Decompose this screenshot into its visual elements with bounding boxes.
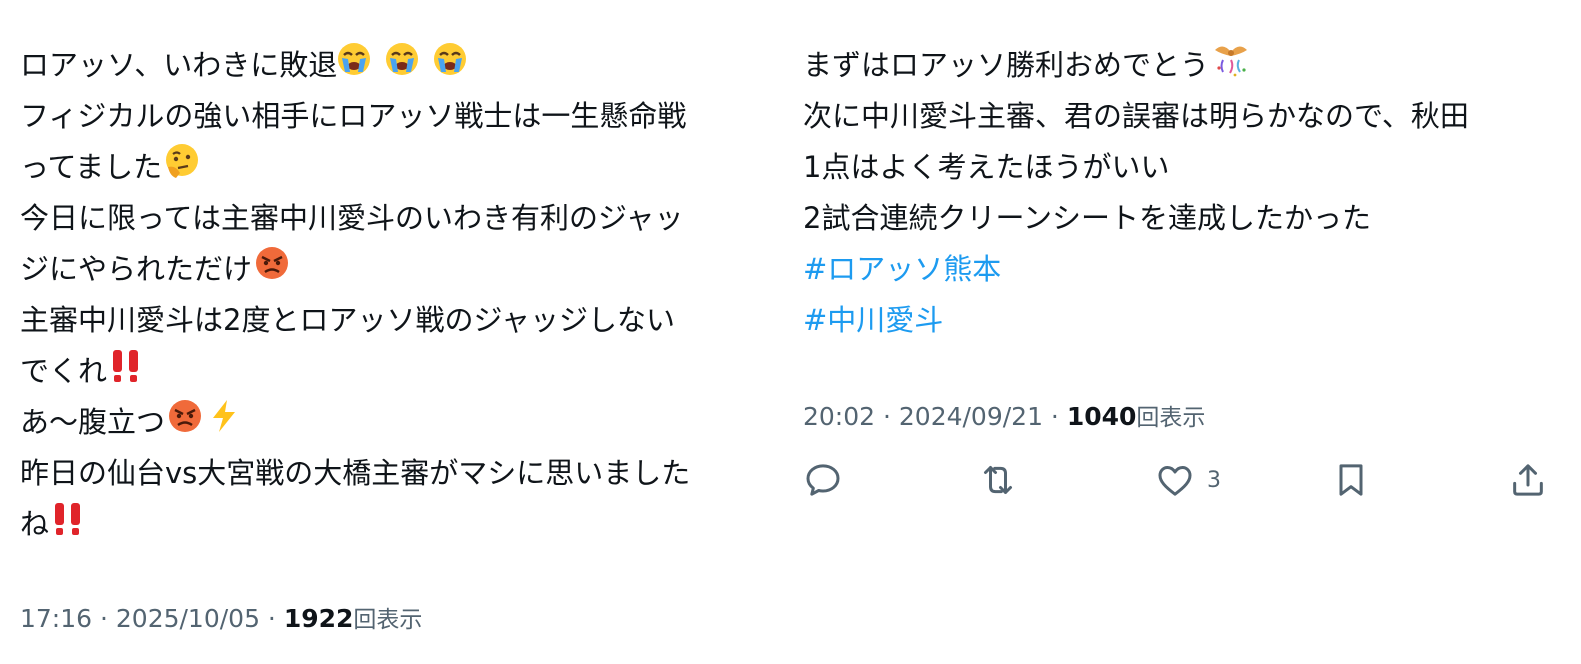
tweet-text-line: 主審中川愛斗は2度とロアッソ戦のジャッジしない (20, 303, 676, 337)
views-count: 1040 (1066, 402, 1137, 431)
tweet-line: 主審中川愛斗は2度とロアッソ戦のジャッジしない (20, 295, 770, 346)
hashtag-link[interactable]: #中川愛斗 (803, 303, 943, 337)
tweet-text: ロアッソ、いわきに敗退 フィジカルの強い相手にロアッソ戦士は一生懸命戦 ってまし… (20, 40, 770, 550)
tweet-text-line: ロアッソ、いわきに敗退 (20, 48, 338, 82)
retweet-button[interactable] (978, 460, 1018, 500)
party-popper-emoji-icon (1209, 40, 1253, 94)
tweet-line: #中川愛斗 (803, 295, 1563, 346)
tweet-text-line: 今日に限っては主審中川愛斗のいわき有利のジャッ (20, 201, 684, 235)
tweet-text-line: 昨日の仙台vs大宮戦の大橋主審がマシに思いました (20, 456, 691, 490)
crying-face-emoji-icon (337, 41, 469, 93)
views-label: 回表示 (1136, 405, 1206, 431)
bookmark-button[interactable] (1331, 460, 1371, 500)
tweet-line: 今日に限っては主審中川愛斗のいわき有利のジャッ (20, 193, 770, 244)
tweet-line: フィジカルの強い相手にロアッソ戦士は一生懸命戦 (20, 91, 770, 142)
like-count: 3 (1207, 467, 1221, 493)
tweet-text-line: まずはロアッソ勝利おめでとう (803, 48, 1210, 82)
tweet-line: ってました (20, 142, 770, 193)
tweet-text: まずはロアッソ勝利おめでとう 次に中川愛斗主審、君の誤審は明らかなので、秋田 1… (803, 40, 1563, 346)
hashtag-link[interactable]: #ロアッソ熊本 (803, 252, 1001, 286)
tweet-meta: 17:16 · 2025/10/05 · 1922回表示 (20, 600, 422, 634)
tweet-left: ロアッソ、いわきに敗退 フィジカルの強い相手にロアッソ戦士は一生懸命戦 ってまし… (20, 40, 770, 633)
angry-face-emoji-icon (252, 245, 292, 297)
bookmark-icon (1339, 464, 1363, 496)
reply-button[interactable] (803, 460, 843, 500)
tweet-actions: 3 (803, 460, 1548, 504)
reply-icon (806, 464, 840, 496)
views-count: 1922 (283, 604, 354, 633)
tweet-right: まずはロアッソ勝利おめでとう 次に中川愛斗主審、君の誤審は明らかなので、秋田 1… (803, 40, 1563, 496)
lightning-bolt-emoji-icon (205, 398, 245, 450)
tweet-text-line: ってました (20, 150, 163, 184)
angry-face-emoji-icon (165, 398, 205, 450)
tweet-text-line: 2試合連続クリーンシートを達成したかった (803, 201, 1372, 235)
share-button[interactable] (1508, 460, 1548, 500)
retweet-icon (984, 466, 1012, 494)
tweet-text-line: ね (20, 507, 50, 541)
tweet-timestamp[interactable]: 17:16 · 2025/10/05 · (20, 604, 284, 633)
tweet-line: ジにやられただけ (20, 244, 770, 295)
tweet-text-line: でくれ (20, 354, 108, 388)
heart-icon (1158, 466, 1192, 496)
tweet-line: ね (20, 499, 770, 550)
tweet-line: 1点はよく考えたほうがいい (803, 142, 1563, 193)
tweet-text-line: 1点はよく考えたほうがいい (803, 150, 1170, 184)
tweet-line: ロアッソ、いわきに敗退 (20, 40, 770, 91)
tweet-line: 昨日の仙台vs大宮戦の大橋主審がマシに思いました (20, 448, 770, 499)
tweet-text-line: 次に中川愛斗主審、君の誤審は明らかなので、秋田 (803, 99, 1469, 133)
tweet-text-line: ジにやられただけ (20, 252, 253, 286)
tweet-line: でくれ (20, 346, 770, 397)
tweet-line: 2試合連続クリーンシートを達成したかった (803, 193, 1563, 244)
tweet-timestamp[interactable]: 20:02 · 2024/09/21 · (803, 402, 1067, 431)
views-label: 回表示 (353, 607, 423, 633)
double-exclamation-icon (49, 500, 89, 552)
tweet-text-line: あ〜腹立つ (20, 405, 166, 439)
tweet-line: あ〜腹立つ (20, 397, 770, 448)
tweet-line: 次に中川愛斗主審、君の誤審は明らかなので、秋田 (803, 91, 1563, 142)
tweet-line: #ロアッソ熊本 (803, 244, 1563, 295)
tweet-line: まずはロアッソ勝利おめでとう (803, 40, 1563, 91)
tweet-text-line: フィジカルの強い相手にロアッソ戦士は一生懸命戦 (20, 99, 687, 133)
thinking-face-emoji-icon (162, 143, 202, 195)
tweet-meta: 20:02 · 2024/09/21 · 1040回表示 (803, 398, 1205, 432)
share-icon (1513, 464, 1543, 496)
double-exclamation-icon (107, 347, 147, 399)
like-button[interactable]: 3 (1155, 460, 1221, 500)
